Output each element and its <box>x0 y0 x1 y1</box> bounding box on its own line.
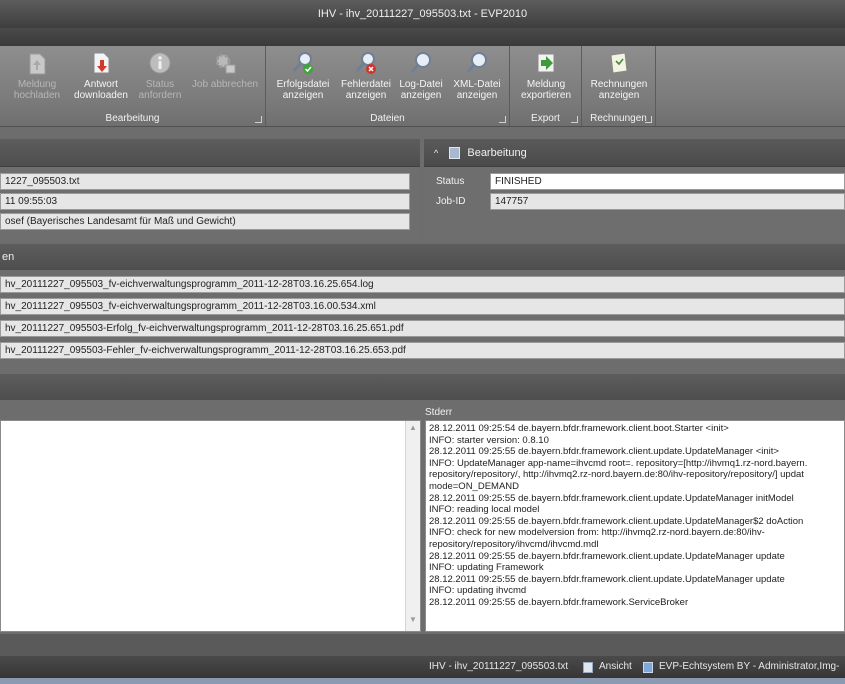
window-title: IHV - ihv_20111227_095503.txt - EVP2010 <box>317 8 528 20</box>
stderr-line: 28.12.2011 09:25:54 de.bayern.bfdr.frame… <box>429 423 729 434</box>
window-title-bar[interactable]: IHV - ihv_20111227_095503.txt - EVP2010 <box>0 0 845 28</box>
ribbon-group-export: Meldung exportieren Export <box>510 46 582 126</box>
jobid-field[interactable]: 147757 <box>490 193 845 210</box>
ribbon-group-label: Dateien <box>370 113 405 124</box>
file-link-xml[interactable]: hv_20111227_095503_fv-eichverwaltungspro… <box>0 298 845 315</box>
erfolgsdatei-anzeigen-button[interactable]: Erfolgsdatei anzeigen <box>272 50 334 101</box>
stderr-line: repository/repository/, http://ihvmq2.rz… <box>429 469 804 481</box>
stderr-line: INFO: updating Framework <box>429 562 544 574</box>
collapse-chevron-icon[interactable]: ^ <box>434 148 438 158</box>
ribbon-group-rechnungen: Rechnungen anzeigen Rechnungen <box>582 46 656 126</box>
edit-document-icon <box>449 147 461 160</box>
ribbon-tab-strip <box>0 28 845 46</box>
view-icon[interactable] <box>583 662 593 673</box>
stderr-content: 28.12.2011 09:25:54 de.bayern.bfdr.frame… <box>426 421 844 609</box>
status-document: IHV - ihv_20111227_095503.txt <box>429 661 569 672</box>
bearbeitung-panel: ^ Bearbeitung Status FINISHED Job-ID 147… <box>424 139 845 240</box>
xmldatei-anzeigen-button[interactable]: XML-Datei anzeigen <box>450 50 504 101</box>
timestamp-field[interactable]: 11 09:55:03 <box>0 193 410 210</box>
bearbeitung-panel-header[interactable]: ^ Bearbeitung <box>424 139 845 167</box>
group-launcher-icon[interactable] <box>499 116 506 123</box>
files-section-header[interactable]: en <box>0 244 845 270</box>
stderr-textarea[interactable]: 28.12.2011 09:25:54 de.bayern.bfdr.frame… <box>425 420 845 632</box>
stdout-textarea[interactable]: ▲ ▼ <box>0 420 421 632</box>
info-icon <box>149 52 171 74</box>
stderr-line: 28.12.2011 09:25:55 de.bayern.bfdr.frame… <box>429 550 785 562</box>
ribbon-group-label: Bearbeitung <box>105 113 160 124</box>
status-view[interactable]: Ansicht <box>599 656 632 678</box>
stderr-line: INFO: starter version: 0.8.10 <box>429 434 549 446</box>
file-link-erfolg-pdf[interactable]: hv_20111227_095503-Erfolg_fv-eichverwalt… <box>0 320 845 337</box>
meldung-exportieren-button[interactable]: Meldung exportieren <box>516 50 576 101</box>
stderr-line: mode=ON_DEMAND <box>429 480 520 492</box>
magnifier-icon <box>410 52 431 73</box>
file-link-fehler-pdf[interactable]: hv_20111227_095503-Fehler_fv-eichverwalt… <box>0 342 845 359</box>
scroll-up-icon[interactable]: ▲ <box>406 423 420 437</box>
status-label: Status <box>436 176 465 187</box>
meldung-hochladen-button[interactable]: Meldung hochladen <box>12 50 62 101</box>
files-section-title: en <box>2 251 15 263</box>
bearbeitung-panel-title: Bearbeitung <box>467 147 527 159</box>
stderr-line: INFO: updating ihvcmd <box>429 585 527 597</box>
sender-field[interactable]: osef (Bayerisches Landesamt für Maß und … <box>0 213 410 230</box>
magnifier-success-icon <box>292 52 313 74</box>
status-bar: IHV - ihv_20111227_095503.txt Ansicht EV… <box>0 656 845 678</box>
group-launcher-icon[interactable] <box>645 116 652 123</box>
stderr-label: Stderr <box>425 407 453 418</box>
jobid-label: Job-ID <box>436 196 466 207</box>
job-abbrechen-button[interactable]: Job abbrechen <box>188 50 262 90</box>
export-arrow-icon <box>537 53 555 73</box>
antwort-downloaden-button[interactable]: Antwort downloaden <box>70 50 132 101</box>
ribbon-group-dateien: Erfolgsdatei anzeigen Fehlerdatei anzeig… <box>266 46 510 126</box>
magnifier-error-icon <box>355 52 376 74</box>
stderr-line: INFO: UpdateManager app-name=ihvcmd root… <box>429 457 808 469</box>
magnifier-icon <box>466 52 487 73</box>
status-field[interactable]: FINISHED <box>490 173 845 190</box>
upload-document-icon <box>29 53 46 75</box>
stderr-line: 28.12.2011 09:25:55 de.bayern.bfdr.frame… <box>429 492 794 504</box>
stderr-line: INFO: check for new modelversion from: h… <box>429 527 765 539</box>
scroll-down-icon[interactable]: ▼ <box>406 615 420 629</box>
info-panel-header <box>0 139 420 167</box>
gear-cancel-icon <box>215 53 236 74</box>
group-launcher-icon[interactable] <box>571 116 578 123</box>
stderr-line: 28.12.2011 09:25:55 de.bayern.bfdr.frame… <box>429 515 804 527</box>
stdout-scrollbar[interactable]: ▲ ▼ <box>405 421 420 631</box>
ribbon: Meldung hochladen Antwort downloaden Sta… <box>0 46 845 127</box>
taskbar-edge <box>0 678 845 684</box>
invoice-icon <box>610 52 628 74</box>
stderr-line: repository/repository/ihvcmd/ihvcmd.mdl <box>429 538 599 550</box>
status-anfordern-button[interactable]: Status anfordern <box>135 50 185 101</box>
system-icon <box>643 662 653 673</box>
stderr-line: INFO: reading local model <box>429 504 540 516</box>
output-section-header[interactable] <box>0 374 845 400</box>
ribbon-group-bearbeitung: Meldung hochladen Antwort downloaden Sta… <box>0 46 266 126</box>
stderr-line: 28.12.2011 09:25:55 de.bayern.bfdr.frame… <box>429 573 785 585</box>
stderr-line: 28.12.2011 09:25:55 de.bayern.bfdr.frame… <box>429 596 689 608</box>
logdatei-anzeigen-button[interactable]: Log-Datei anzeigen <box>396 50 446 101</box>
rechnungen-anzeigen-button[interactable]: Rechnungen anzeigen <box>586 50 652 101</box>
fehlerdatei-anzeigen-button[interactable]: Fehlerdatei anzeigen <box>338 50 394 101</box>
filename-field[interactable]: 1227_095503.txt <box>0 173 410 190</box>
download-document-icon <box>93 52 110 74</box>
status-system: EVP-Echtsystem BY - Administrator,Img- <box>659 661 840 672</box>
file-link-log[interactable]: hv_20111227_095503_fv-eichverwaltungspro… <box>0 276 845 293</box>
info-panel: 1227_095503.txt 11 09:55:03 osef (Bayeri… <box>0 139 420 240</box>
stderr-line: 28.12.2011 09:25:55 de.bayern.bfdr.frame… <box>429 446 779 458</box>
bottom-spacer <box>0 634 845 656</box>
group-launcher-icon[interactable] <box>255 116 262 123</box>
